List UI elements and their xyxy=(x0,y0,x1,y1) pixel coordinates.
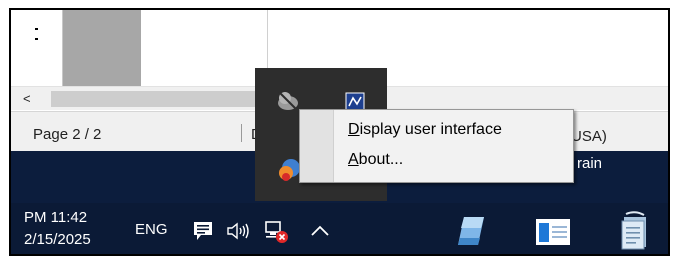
context-menu: Display user interface About... xyxy=(299,109,574,183)
menu-item-label: bout... xyxy=(358,151,404,168)
clock-date: 2/15/2025 xyxy=(24,231,91,248)
window-app-icon[interactable] xyxy=(533,217,573,247)
page-indicator: Page 2 / 2 xyxy=(33,126,102,143)
menu-item-label: isplay user interface xyxy=(359,121,502,138)
margin-marker xyxy=(35,28,38,30)
band-text: rain xyxy=(577,155,603,172)
clock-time: PM 11:42 xyxy=(24,209,88,226)
scrollbar-thumb[interactable] xyxy=(51,91,256,107)
taskbar: PM 11:42 2/15/2025 ENG xyxy=(11,203,668,254)
margin-marker xyxy=(35,38,38,40)
menu-item-about[interactable]: About... xyxy=(336,146,566,174)
language-indicator: USA) xyxy=(571,128,607,145)
message-icon[interactable] xyxy=(191,219,215,243)
notepad-app-icon[interactable] xyxy=(453,213,489,249)
volume-icon[interactable] xyxy=(225,219,253,243)
menu-item-accelerator: D xyxy=(348,121,360,138)
menu-icon-gutter xyxy=(300,110,334,182)
menu-item-accelerator: A xyxy=(348,151,359,168)
network-error-icon[interactable] xyxy=(263,219,291,245)
screen-frame: < Page 2 / 2 D USA) rain PM 11:42 2/15/2… xyxy=(9,8,670,256)
status-separator xyxy=(241,124,242,142)
show-hidden-icons-icon[interactable] xyxy=(309,219,331,243)
page-thumbnail[interactable] xyxy=(63,10,141,86)
menu-item-display-user-interface[interactable]: Display user interface xyxy=(336,116,566,144)
clock[interactable]: PM 11:42 2/15/2025 xyxy=(24,207,91,251)
gray-cloud-icon[interactable] xyxy=(275,88,301,114)
document-stack-icon[interactable] xyxy=(619,211,651,251)
input-language-indicator[interactable]: ENG xyxy=(135,221,168,238)
scroll-left-arrow[interactable]: < xyxy=(23,91,31,106)
document-margin xyxy=(11,10,63,86)
